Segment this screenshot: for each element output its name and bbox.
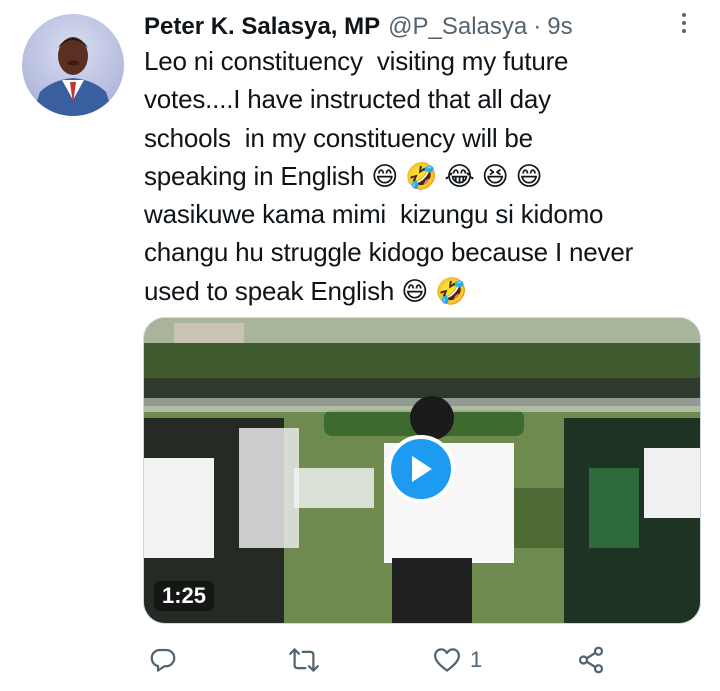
play-button[interactable] (387, 435, 455, 503)
author-name[interactable]: Peter K. Salasya, MP (144, 13, 380, 41)
tweet-text-line: Leo ni constituency visiting my future (144, 46, 569, 76)
avatar-portrait (32, 37, 114, 116)
video-duration: 1:25 (154, 581, 215, 611)
tweet-header: Peter K. Salasya, MP @P_Salasya · 9s (144, 10, 700, 44)
heart-icon (434, 648, 460, 672)
retweet-icon (289, 648, 319, 672)
avatar[interactable] (22, 14, 124, 116)
reply-button[interactable] (148, 640, 178, 680)
tweet-text-line: speaking in English 😄 🤣 😂 😆 😄 (144, 160, 543, 191)
tweet-text-line: wasikuwe kama mimi kizungu si kidomo (144, 199, 604, 230)
retweet-button[interactable] (288, 640, 320, 680)
separator-dot: · (533, 13, 542, 40)
play-icon (412, 456, 432, 482)
share-icon (578, 646, 604, 674)
more-options-icon[interactable] (672, 8, 696, 38)
tweet-actions: 1 (144, 640, 614, 680)
tweet-text-line: schools in my constituency will be (144, 122, 533, 153)
tweet-text: Leo ni constituency visiting my future v… (144, 42, 704, 310)
share-button[interactable] (576, 640, 606, 680)
tweet-text-line: changu hu struggle kidogo because I neve… (144, 237, 634, 268)
tweet-text-line: votes....I have instructed that all day (144, 84, 551, 115)
like-count: 1 (470, 647, 483, 672)
reply-icon (150, 648, 176, 672)
author-handle[interactable]: @P_Salasya (388, 13, 527, 41)
video-player[interactable]: 1:25 (143, 317, 701, 624)
tweet-timestamp[interactable]: 9s (547, 13, 572, 41)
tweet-text-line: used to speak English 😄 🤣 (144, 275, 468, 306)
like-button[interactable]: 1 (432, 640, 482, 680)
